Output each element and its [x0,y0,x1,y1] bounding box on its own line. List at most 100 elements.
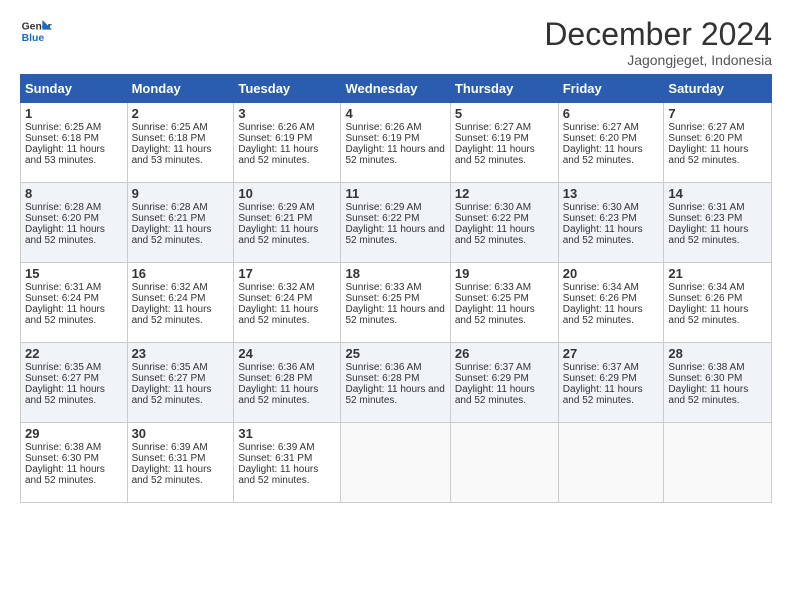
day-info: Sunrise: 6:26 AMSunset: 6:19 PMDaylight:… [345,122,444,166]
col-saturday: Saturday [664,75,772,103]
day-number: 4 [345,106,445,121]
logo-icon: General Blue [20,18,52,46]
day-number: 15 [25,266,123,281]
day-number: 11 [345,186,445,201]
day-number: 5 [455,106,554,121]
title-block: December 2024 Jagongjeget, Indonesia [544,18,772,68]
page: General Blue December 2024 Jagongjeget, … [0,0,792,612]
day-number: 31 [238,426,336,441]
calendar-cell: 27Sunrise: 6:37 AMSunset: 6:29 PMDayligh… [558,343,664,423]
calendar-cell: 4Sunrise: 6:26 AMSunset: 6:19 PMDaylight… [341,103,450,183]
day-number: 13 [563,186,660,201]
day-number: 1 [25,106,123,121]
calendar-cell: 17Sunrise: 6:32 AMSunset: 6:24 PMDayligh… [234,263,341,343]
calendar-cell [450,423,558,503]
day-info: Sunrise: 6:29 AMSunset: 6:22 PMDaylight:… [345,202,444,246]
day-number: 20 [563,266,660,281]
day-info: Sunrise: 6:31 AMSunset: 6:24 PMDaylight:… [25,282,105,326]
calendar-cell: 25Sunrise: 6:36 AMSunset: 6:28 PMDayligh… [341,343,450,423]
day-info: Sunrise: 6:34 AMSunset: 6:26 PMDaylight:… [668,282,748,326]
month-title: December 2024 [544,18,772,50]
day-info: Sunrise: 6:30 AMSunset: 6:23 PMDaylight:… [563,202,643,246]
calendar-cell: 1Sunrise: 6:25 AMSunset: 6:18 PMDaylight… [21,103,128,183]
calendar-cell: 10Sunrise: 6:29 AMSunset: 6:21 PMDayligh… [234,183,341,263]
calendar-cell: 23Sunrise: 6:35 AMSunset: 6:27 PMDayligh… [127,343,234,423]
day-number: 8 [25,186,123,201]
day-number: 22 [25,346,123,361]
calendar-week-3: 15Sunrise: 6:31 AMSunset: 6:24 PMDayligh… [21,263,772,343]
day-number: 18 [345,266,445,281]
calendar-cell: 14Sunrise: 6:31 AMSunset: 6:23 PMDayligh… [664,183,772,263]
calendar-cell: 26Sunrise: 6:37 AMSunset: 6:29 PMDayligh… [450,343,558,423]
day-info: Sunrise: 6:36 AMSunset: 6:28 PMDaylight:… [238,362,318,406]
day-info: Sunrise: 6:28 AMSunset: 6:21 PMDaylight:… [132,202,212,246]
day-number: 16 [132,266,230,281]
calendar-cell: 20Sunrise: 6:34 AMSunset: 6:26 PMDayligh… [558,263,664,343]
day-info: Sunrise: 6:33 AMSunset: 6:25 PMDaylight:… [345,282,444,326]
svg-text:Blue: Blue [22,33,45,44]
day-info: Sunrise: 6:37 AMSunset: 6:29 PMDaylight:… [563,362,643,406]
calendar-cell: 18Sunrise: 6:33 AMSunset: 6:25 PMDayligh… [341,263,450,343]
calendar-cell: 8Sunrise: 6:28 AMSunset: 6:20 PMDaylight… [21,183,128,263]
calendar-cell: 31Sunrise: 6:39 AMSunset: 6:31 PMDayligh… [234,423,341,503]
calendar-cell [664,423,772,503]
day-info: Sunrise: 6:32 AMSunset: 6:24 PMDaylight:… [238,282,318,326]
day-info: Sunrise: 6:35 AMSunset: 6:27 PMDaylight:… [25,362,105,406]
calendar-cell: 22Sunrise: 6:35 AMSunset: 6:27 PMDayligh… [21,343,128,423]
col-sunday: Sunday [21,75,128,103]
day-info: Sunrise: 6:27 AMSunset: 6:19 PMDaylight:… [455,122,535,166]
day-number: 28 [668,346,767,361]
day-number: 17 [238,266,336,281]
day-number: 29 [25,426,123,441]
calendar-cell: 29Sunrise: 6:38 AMSunset: 6:30 PMDayligh… [21,423,128,503]
calendar-cell: 2Sunrise: 6:25 AMSunset: 6:18 PMDaylight… [127,103,234,183]
calendar-cell: 30Sunrise: 6:39 AMSunset: 6:31 PMDayligh… [127,423,234,503]
day-info: Sunrise: 6:31 AMSunset: 6:23 PMDaylight:… [668,202,748,246]
day-number: 6 [563,106,660,121]
col-wednesday: Wednesday [341,75,450,103]
calendar-cell [341,423,450,503]
day-number: 27 [563,346,660,361]
calendar-cell: 24Sunrise: 6:36 AMSunset: 6:28 PMDayligh… [234,343,341,423]
day-number: 9 [132,186,230,201]
calendar-table: Sunday Monday Tuesday Wednesday Thursday… [20,74,772,503]
day-info: Sunrise: 6:35 AMSunset: 6:27 PMDaylight:… [132,362,212,406]
calendar-cell: 7Sunrise: 6:27 AMSunset: 6:20 PMDaylight… [664,103,772,183]
calendar-cell: 9Sunrise: 6:28 AMSunset: 6:21 PMDaylight… [127,183,234,263]
calendar-cell: 19Sunrise: 6:33 AMSunset: 6:25 PMDayligh… [450,263,558,343]
calendar-cell: 12Sunrise: 6:30 AMSunset: 6:22 PMDayligh… [450,183,558,263]
day-info: Sunrise: 6:27 AMSunset: 6:20 PMDaylight:… [668,122,748,166]
calendar-cell: 16Sunrise: 6:32 AMSunset: 6:24 PMDayligh… [127,263,234,343]
col-thursday: Thursday [450,75,558,103]
day-number: 21 [668,266,767,281]
calendar-week-4: 22Sunrise: 6:35 AMSunset: 6:27 PMDayligh… [21,343,772,423]
col-tuesday: Tuesday [234,75,341,103]
day-info: Sunrise: 6:37 AMSunset: 6:29 PMDaylight:… [455,362,535,406]
logo: General Blue [20,18,52,46]
day-number: 19 [455,266,554,281]
day-info: Sunrise: 6:34 AMSunset: 6:26 PMDaylight:… [563,282,643,326]
day-info: Sunrise: 6:36 AMSunset: 6:28 PMDaylight:… [345,362,444,406]
day-info: Sunrise: 6:25 AMSunset: 6:18 PMDaylight:… [132,122,212,166]
calendar-week-5: 29Sunrise: 6:38 AMSunset: 6:30 PMDayligh… [21,423,772,503]
calendar-cell: 21Sunrise: 6:34 AMSunset: 6:26 PMDayligh… [664,263,772,343]
day-number: 10 [238,186,336,201]
day-number: 2 [132,106,230,121]
calendar-cell: 5Sunrise: 6:27 AMSunset: 6:19 PMDaylight… [450,103,558,183]
day-number: 24 [238,346,336,361]
calendar-cell: 13Sunrise: 6:30 AMSunset: 6:23 PMDayligh… [558,183,664,263]
day-info: Sunrise: 6:30 AMSunset: 6:22 PMDaylight:… [455,202,535,246]
day-number: 7 [668,106,767,121]
day-number: 12 [455,186,554,201]
day-info: Sunrise: 6:38 AMSunset: 6:30 PMDaylight:… [25,442,105,486]
header-row: Sunday Monday Tuesday Wednesday Thursday… [21,75,772,103]
day-number: 25 [345,346,445,361]
day-info: Sunrise: 6:26 AMSunset: 6:19 PMDaylight:… [238,122,318,166]
calendar-cell: 28Sunrise: 6:38 AMSunset: 6:30 PMDayligh… [664,343,772,423]
calendar-week-2: 8Sunrise: 6:28 AMSunset: 6:20 PMDaylight… [21,183,772,263]
location: Jagongjeget, Indonesia [544,52,772,68]
day-number: 14 [668,186,767,201]
day-info: Sunrise: 6:39 AMSunset: 6:31 PMDaylight:… [238,442,318,486]
day-info: Sunrise: 6:29 AMSunset: 6:21 PMDaylight:… [238,202,318,246]
day-info: Sunrise: 6:39 AMSunset: 6:31 PMDaylight:… [132,442,212,486]
